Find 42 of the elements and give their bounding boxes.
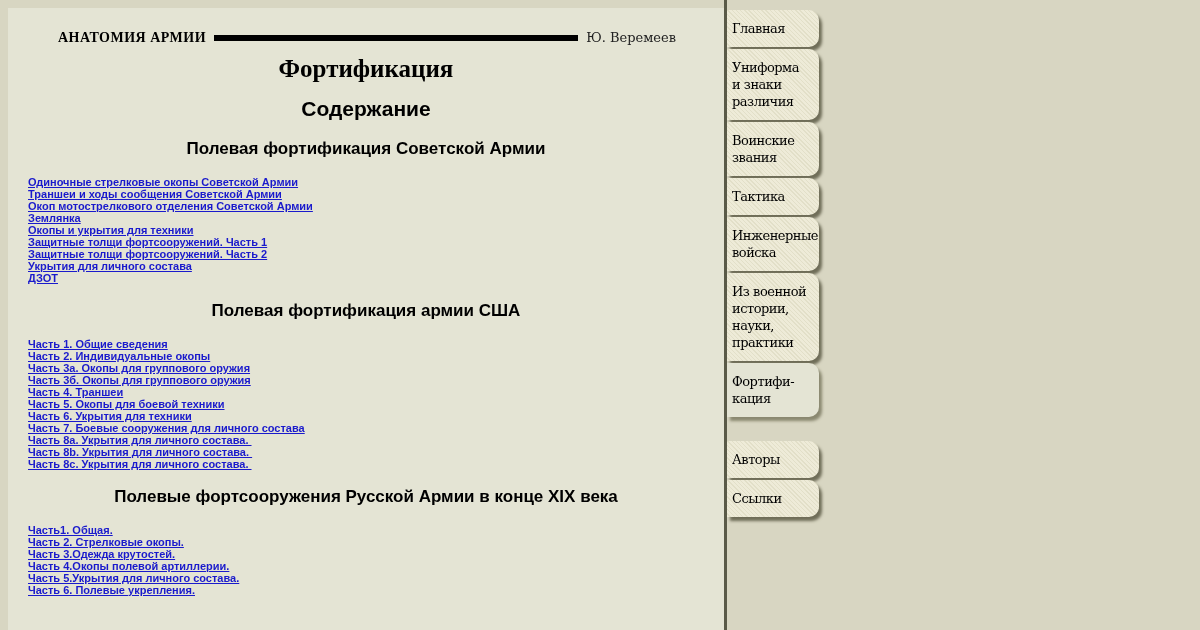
article-link[interactable]: Часть 5.Укрытия для личного состава. — [28, 572, 240, 584]
article-link[interactable]: Траншеи и ходы сообщения Советской Армии — [28, 188, 282, 200]
author-name: Ю. Веремеев — [586, 28, 676, 47]
article-link[interactable]: Часть 3.Одежда крутостей. — [28, 548, 176, 560]
article-link[interactable]: Часть 6. Укрытия для техники — [28, 410, 192, 422]
article-link[interactable]: Землянка — [28, 212, 81, 224]
article-link[interactable]: Защитные толщи фортсооружений. Часть 1 — [28, 236, 268, 248]
section-heading: Полевые фортсооружения Русской Армии в конце XIX века — [114, 486, 618, 508]
article-link[interactable]: Часть 3б. Окопы для группового оружия — [28, 374, 251, 386]
article-link[interactable]: Часть 1. Общие сведения — [28, 338, 168, 350]
article-link[interactable]: Часть1. Общая. — [28, 524, 113, 536]
article-link[interactable]: Часть 7. Боевые сооружения для личного состава — [28, 422, 305, 434]
contents-heading: Содержание — [301, 96, 431, 122]
article-link[interactable]: Часть 6. Полевые укрепления. — [28, 584, 195, 596]
nav-tab[interactable]: Из военной истории, науки, практики — [727, 273, 819, 361]
nav-tab[interactable]: Тактика — [727, 178, 819, 215]
nav-tab[interactable]: Фортифи- кация — [727, 363, 819, 417]
site-logo: АНАТОМИЯ АРМИИ — [58, 29, 207, 47]
article-link[interactable]: Защитные толщи фортсооружений. Часть 2 — [28, 248, 268, 260]
nav-tab[interactable]: Униформа и знаки различия — [727, 49, 819, 120]
section-heading: Полевая фортификация армии США — [211, 300, 521, 322]
nav-tab[interactable]: Ссылки — [727, 480, 819, 517]
article-link[interactable]: Часть 5. Окопы для боевой техники — [28, 398, 225, 410]
article-link[interactable]: Часть 3а. Окопы для группового оружия — [28, 362, 251, 374]
nav-tab[interactable]: Инженерные войска — [727, 217, 819, 271]
nav-tab[interactable]: Авторы — [727, 441, 819, 478]
article-link[interactable]: Окопы и укрытия для техники — [28, 224, 194, 236]
page-title: Фортификация — [278, 54, 454, 84]
article-link[interactable]: Одиночные стрелковые окопы Советской Армии — [28, 176, 299, 188]
article-link[interactable]: Часть 8c. Укрытия для личного состава. — [28, 458, 252, 470]
nav-tab[interactable]: Главная — [727, 10, 819, 47]
nav-tab[interactable]: Воинские звания — [727, 122, 819, 176]
article-link[interactable]: Часть 2. Индивидуальные окопы — [28, 350, 211, 362]
article-link[interactable]: Часть 4.Окопы полевой артиллерии. — [28, 560, 230, 572]
article-link[interactable]: Часть 8а. Укрытия для личного состава. — [28, 434, 252, 446]
article-link[interactable]: Часть 4. Траншеи — [28, 386, 124, 398]
article-link[interactable]: Часть 8b. Укрытия для личного состава. — [28, 446, 253, 458]
article-link[interactable]: Часть 2. Стрелковые окопы. — [28, 536, 184, 548]
article-link[interactable]: Окоп мотострелкового отделения Советской Армии — [28, 200, 313, 212]
article-link[interactable]: Укрытия для личного состава — [28, 260, 192, 272]
section-heading: Полевая фортификация Советской Армии — [186, 138, 546, 160]
article-link[interactable]: ДЗОТ — [28, 272, 58, 284]
